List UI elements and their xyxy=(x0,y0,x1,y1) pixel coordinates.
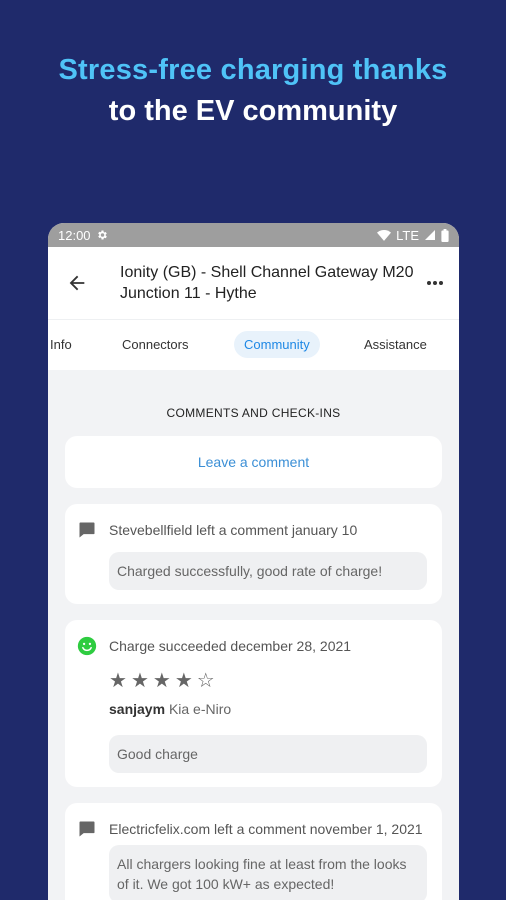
tab-community[interactable]: Community xyxy=(234,331,320,358)
user-vehicle: Kia e-Niro xyxy=(168,701,232,717)
comment-card: Electricfelix.com left a comment novembe… xyxy=(65,803,442,900)
user-name: sanjaym xyxy=(109,701,166,717)
star-filled-icon: ★ xyxy=(152,670,171,692)
comment-text: Charged successfully, good rate of charg… xyxy=(109,552,427,590)
gear-icon xyxy=(97,230,107,240)
star-filled-icon: ★ xyxy=(174,670,193,692)
network-label: LTE xyxy=(396,227,419,243)
more-options-icon[interactable] xyxy=(425,273,445,293)
comment-card: Stevebellfield left a comment january 10… xyxy=(65,504,442,604)
station-title: Ionity (GB) - Shell Channel Gateway M20 … xyxy=(120,264,414,302)
star-filled-icon: ★ xyxy=(109,670,127,692)
tab-assistance[interactable]: Assistance xyxy=(364,337,427,352)
checkin-header: Charge succeeded december 28, 2021 xyxy=(109,638,352,654)
wifi-icon xyxy=(377,229,392,241)
comment-icon xyxy=(79,821,95,837)
leave-comment-button[interactable]: Leave a comment xyxy=(65,436,442,488)
success-smiley-icon xyxy=(77,636,97,656)
tab-bar: Info Connectors Community Assistance xyxy=(48,319,459,370)
signal-icon xyxy=(425,230,435,240)
star-empty-icon: ☆ xyxy=(196,670,215,692)
status-time: 12:00 xyxy=(58,227,91,243)
status-bar: 12:00 LTE xyxy=(48,223,459,247)
hero-line-1: Stress-free charging thanks xyxy=(58,54,448,86)
section-title: COMMENTS AND CHECK-INS xyxy=(166,406,341,420)
tab-connectors[interactable]: Connectors xyxy=(122,337,188,352)
back-arrow-icon[interactable] xyxy=(66,272,88,294)
checkin-text: Good charge xyxy=(109,735,427,773)
checkin-user: sanjaym Kia e-Niro xyxy=(109,701,427,717)
phone-screen: 12:00 LTE Ionity (GB) - Shell Channel Ga… xyxy=(48,223,459,900)
app-bar: Ionity (GB) - Shell Channel Gateway M20 … xyxy=(48,247,459,319)
comment-icon xyxy=(79,522,95,538)
checkin-card: Charge succeeded december 28, 2021 ★ ★ ★… xyxy=(65,620,442,787)
hero-heading: Stress-free charging thanks to the EV co… xyxy=(0,52,506,134)
rating-stars: ★ ★ ★ ★ ☆ xyxy=(109,668,427,693)
comment-text: All chargers looking fine at least from … xyxy=(109,845,427,900)
tab-info[interactable]: Info xyxy=(50,337,72,352)
comment-header: Electricfelix.com left a comment novembe… xyxy=(109,821,423,837)
comment-header: Stevebellfield left a comment january 10 xyxy=(109,522,358,538)
battery-icon xyxy=(441,228,449,242)
hero-line-2: to the EV community xyxy=(108,95,398,127)
star-filled-icon: ★ xyxy=(130,670,149,692)
